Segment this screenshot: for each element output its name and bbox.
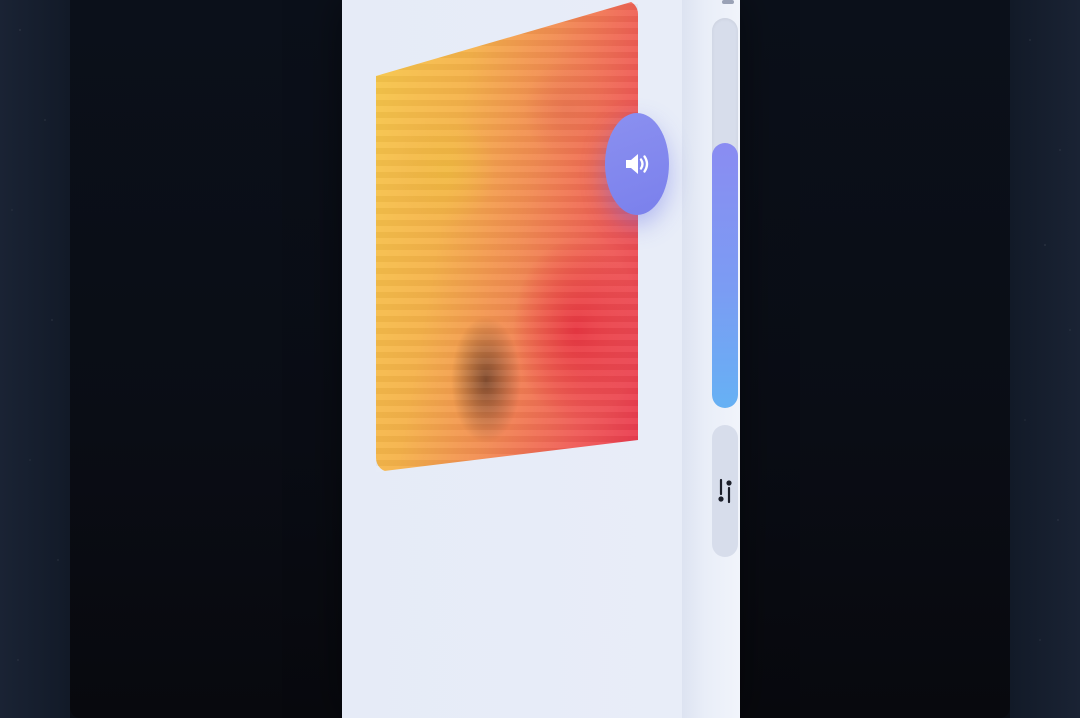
- settings-button[interactable]: [712, 425, 738, 557]
- speaker-volume-icon: [626, 154, 649, 174]
- album-art-overlay: [376, 0, 638, 472]
- volume-slider[interactable]: [712, 18, 738, 408]
- volume-button[interactable]: [605, 113, 669, 215]
- top-indicator: [722, 0, 734, 4]
- volume-slider-fill: [712, 142, 738, 408]
- sliders-settings-icon: [718, 478, 732, 504]
